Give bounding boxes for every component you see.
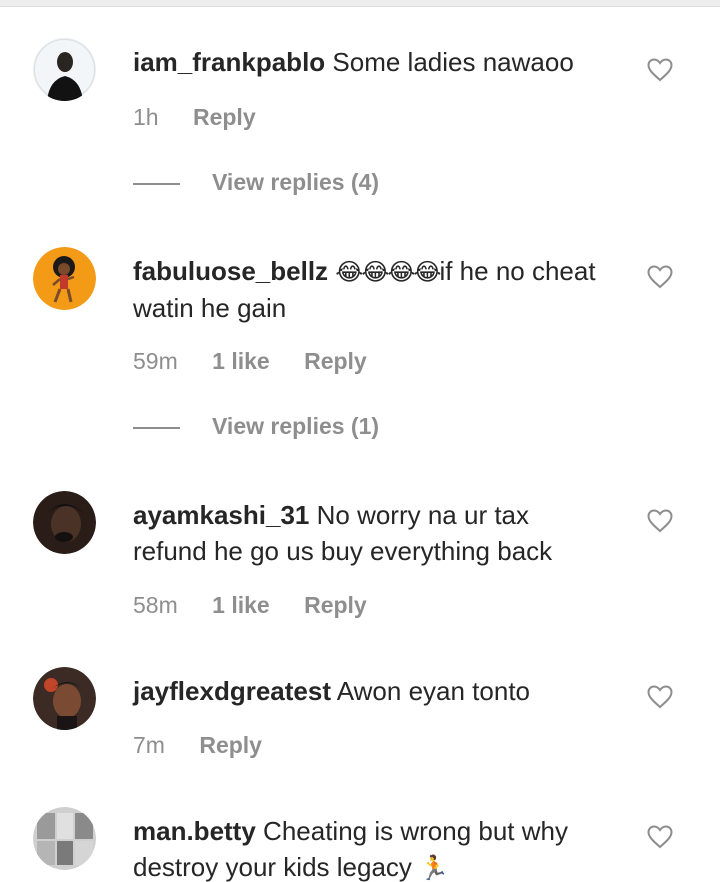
comment-meta: 59m 1 like Reply (133, 348, 395, 375)
heart-outline-icon[interactable] (647, 58, 673, 82)
reply-button[interactable]: Reply (199, 732, 262, 758)
heart-outline-icon[interactable] (647, 509, 673, 533)
comment-time: 59m (133, 348, 178, 374)
view-replies-button[interactable]: View replies (4) (133, 169, 533, 199)
top-divider (0, 0, 720, 7)
reply-button[interactable]: Reply (304, 592, 367, 618)
reply-button[interactable]: Reply (304, 348, 367, 374)
view-replies-line (133, 183, 180, 185)
comment-meta: 58m 1 like Reply (133, 592, 395, 619)
tears-of-joy-emoji: 😂😂😂😂 (335, 258, 441, 286)
avatar[interactable] (33, 491, 96, 554)
comment-text: Awon eyan tonto (336, 676, 531, 706)
likes-count[interactable]: 1 like (212, 592, 270, 618)
reply-button[interactable]: Reply (193, 104, 256, 130)
comment-username[interactable]: fabuluose_bellz (133, 256, 328, 286)
comment-text: Some ladies nawaoo (332, 47, 574, 77)
comment-username[interactable]: ayamkashi_31 (133, 500, 309, 530)
comment-body: iam_frankpablo Some ladies nawaoo (133, 44, 608, 80)
avatar[interactable] (33, 807, 96, 870)
comment-body: jayflexdgreatest Awon eyan tonto (133, 673, 608, 709)
heart-outline-icon[interactable] (647, 825, 673, 849)
comments-screen: iam_frankpablo Some ladies nawaoo 1h Rep… (0, 0, 720, 882)
running-person-emoji: 🏃 (419, 854, 450, 882)
likes-count[interactable]: 1 like (212, 348, 270, 374)
comment-body: ayamkashi_31 No worry na ur tax refund h… (133, 497, 608, 569)
avatar[interactable] (33, 38, 96, 101)
comment-time: 7m (133, 732, 165, 758)
comment-username[interactable]: jayflexdgreatest (133, 676, 331, 706)
view-replies-button[interactable]: View replies (1) (133, 413, 533, 443)
comment-meta: 7m Reply (133, 732, 290, 759)
comment-meta: 1h Reply (133, 104, 284, 131)
comment-time: 58m (133, 592, 178, 618)
avatar[interactable] (33, 247, 96, 310)
comment-username[interactable]: iam_frankpablo (133, 47, 325, 77)
comment-username[interactable]: man.betty (133, 816, 256, 846)
view-replies-label: View replies (1) (212, 413, 380, 439)
heart-outline-icon[interactable] (647, 685, 673, 709)
heart-outline-icon[interactable] (647, 265, 673, 289)
view-replies-line (133, 427, 180, 429)
view-replies-label: View replies (4) (212, 169, 380, 195)
comment-body: fabuluose_bellz 😂😂😂😂if he no cheat watin… (133, 253, 608, 326)
comment-body: man.betty Cheating is wrong but why dest… (133, 813, 608, 882)
avatar[interactable] (33, 667, 96, 730)
comment-time: 1h (133, 104, 159, 130)
